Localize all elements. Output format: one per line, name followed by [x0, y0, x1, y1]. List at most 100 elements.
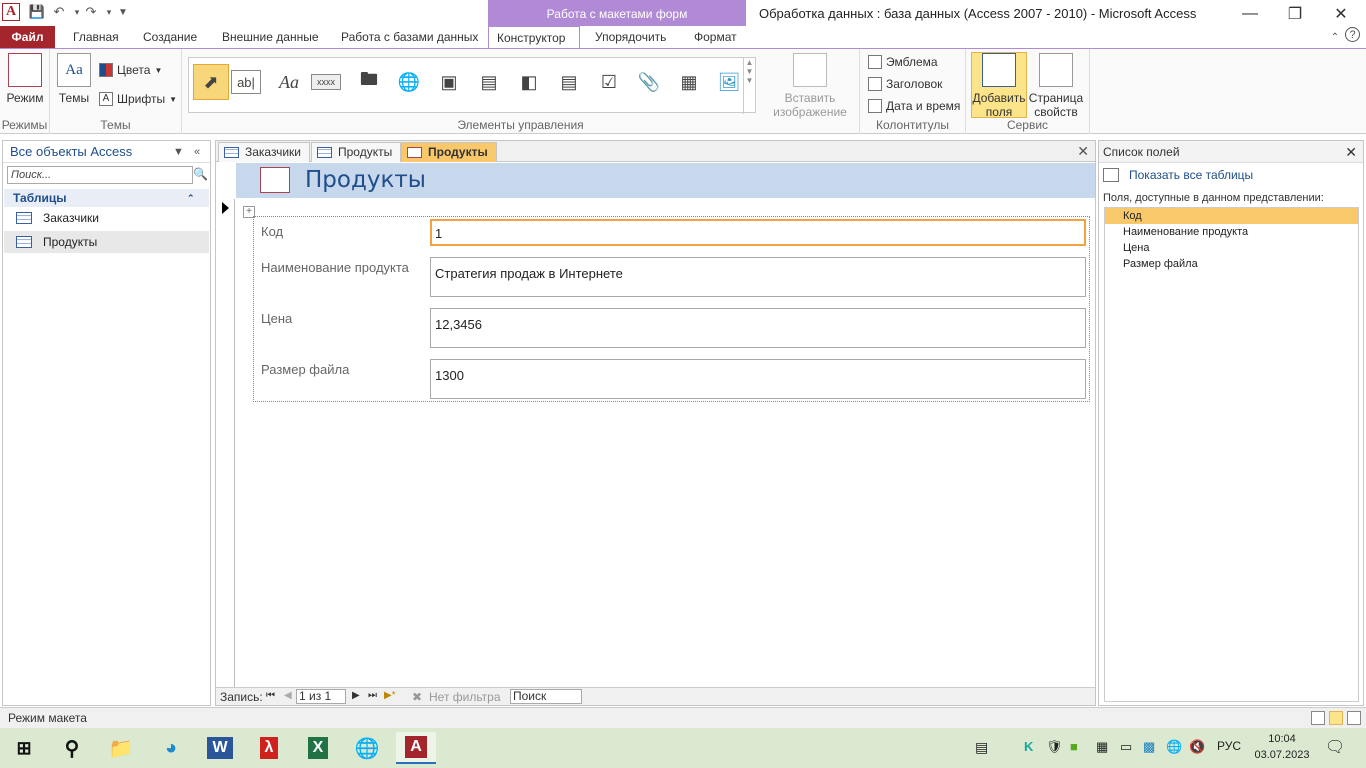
- close-window-button[interactable]: ✕: [1318, 0, 1364, 28]
- tab-format[interactable]: Формат: [686, 26, 745, 48]
- record-position-input[interactable]: 1 из 1: [296, 689, 346, 704]
- design-view-button-icon[interactable]: [1347, 711, 1361, 725]
- list-item[interactable]: Размер файла: [1105, 256, 1358, 272]
- windows-start-icon[interactable]: ⊞: [4, 732, 44, 764]
- help-icon[interactable]: ?: [1345, 27, 1360, 42]
- undo-icon[interactable]: ↶: [50, 3, 68, 21]
- mode-button[interactable]: Режим: [4, 53, 46, 105]
- nav-search-input[interactable]: Поиск...: [7, 166, 193, 184]
- select-pointer-icon[interactable]: ⬈: [193, 64, 229, 100]
- nav-menu-chevron-icon[interactable]: ▼: [173, 141, 184, 163]
- access-taskbar-icon[interactable]: A: [396, 732, 436, 764]
- colors-button[interactable]: Цвета ▼: [99, 63, 162, 77]
- restore-button[interactable]: ❐: [1272, 0, 1318, 28]
- minimize-button[interactable]: —: [1227, 0, 1273, 28]
- edge-browser-icon[interactable]: ◕: [151, 732, 191, 764]
- field-label-price[interactable]: Цена: [261, 311, 292, 326]
- clock[interactable]: 10:04 03.07.2023: [1252, 731, 1312, 763]
- navigation-control-icon[interactable]: ▤: [471, 64, 507, 100]
- no-filter-icon[interactable]: ✖: [412, 690, 422, 704]
- add-fields-button[interactable]: Добавить поля: [971, 52, 1027, 119]
- next-record-icon[interactable]: ▶: [352, 690, 360, 701]
- field-code[interactable]: 1: [430, 219, 1086, 246]
- field-label-file-size[interactable]: Размер файла: [261, 362, 349, 377]
- first-record-icon[interactable]: ⏮: [266, 690, 275, 701]
- show-all-tables-link[interactable]: Показать все таблицы: [1103, 168, 1253, 182]
- kaspersky-icon[interactable]: K: [1024, 739, 1033, 754]
- acrobat-icon[interactable]: λ: [249, 732, 289, 764]
- tab-external-data[interactable]: Внешние данные: [214, 26, 327, 48]
- tab-home[interactable]: Главная: [65, 26, 127, 48]
- collapse-pane-icon[interactable]: «: [194, 141, 200, 163]
- volume-muted-icon[interactable]: 🔇: [1189, 739, 1205, 755]
- doc-tab-products-table[interactable]: Продукты: [311, 142, 402, 162]
- nav-section-tables[interactable]: Таблицы ⌃: [4, 189, 209, 207]
- new-record-icon[interactable]: ▶*: [384, 690, 396, 701]
- tray-monitor-icon[interactable]: ▦: [1096, 739, 1108, 755]
- web-browser-control-icon[interactable]: ▣: [431, 64, 467, 100]
- redo-icon[interactable]: ↷: [82, 3, 100, 21]
- nav-item-customers[interactable]: Заказчики: [4, 207, 209, 229]
- tab-control-icon[interactable]: 🖿: [351, 64, 387, 100]
- field-file-size[interactable]: 1300: [430, 359, 1086, 399]
- search-icon[interactable]: ⚲: [52, 732, 92, 764]
- list-item[interactable]: Код: [1105, 208, 1358, 224]
- list-item[interactable]: Цена: [1105, 240, 1358, 256]
- notifications-icon[interactable]: 🗨: [1325, 737, 1345, 757]
- bluetooth-app-icon[interactable]: ▩: [1143, 739, 1155, 755]
- page-break-icon[interactable]: ▤: [551, 64, 587, 100]
- form-title[interactable]: Продукты: [305, 167, 426, 193]
- form-view-button-icon[interactable]: [1311, 711, 1325, 725]
- logo-button[interactable]: Эмблема: [868, 55, 938, 69]
- themes-button[interactable]: Aa Темы: [56, 53, 92, 105]
- tab-file[interactable]: Файл: [0, 26, 55, 48]
- image-control-icon[interactable]: 🖼: [711, 64, 747, 100]
- insert-image-button[interactable]: Вставить изображение: [768, 53, 852, 119]
- file-explorer-icon[interactable]: 📁: [101, 732, 141, 764]
- previous-record-icon[interactable]: ◀: [284, 690, 292, 701]
- checkbox-control-icon[interactable]: ☑: [591, 64, 627, 100]
- textbox-control-icon[interactable]: ab|: [231, 70, 261, 94]
- access-app-icon[interactable]: A: [2, 3, 20, 21]
- option-group-icon[interactable]: ◧: [511, 64, 547, 100]
- record-selector[interactable]: [216, 199, 235, 687]
- excel-icon[interactable]: X: [298, 732, 338, 764]
- search-icon[interactable]: 🔍: [193, 167, 208, 181]
- list-box-control-icon[interactable]: ▦: [671, 64, 707, 100]
- security-shield-icon[interactable]: 🛡: [1046, 739, 1063, 755]
- doc-tab-products-form[interactable]: Продукты: [401, 142, 497, 162]
- attachment-control-icon[interactable]: 📎: [631, 64, 667, 100]
- datetime-button[interactable]: Дата и время: [868, 99, 960, 113]
- tab-database-tools[interactable]: Работа с базами данных: [333, 26, 486, 48]
- battery-icon[interactable]: ▭: [1120, 739, 1132, 755]
- button-control-icon[interactable]: xxxx: [311, 74, 341, 90]
- customize-toolbar-icon[interactable]: ▼: [114, 3, 132, 21]
- filter-status[interactable]: Нет фильтра: [429, 690, 501, 704]
- doc-tab-customers[interactable]: Заказчики: [218, 142, 310, 162]
- language-indicator[interactable]: РУС: [1217, 739, 1241, 753]
- word-icon[interactable]: W: [200, 732, 240, 764]
- field-product-name[interactable]: Стратегия продаж в Интернете: [430, 257, 1086, 297]
- tab-design[interactable]: Конструктор: [488, 26, 580, 49]
- layout-view-button-icon[interactable]: [1329, 711, 1343, 725]
- collapse-ribbon-icon[interactable]: ⌃: [1326, 28, 1344, 46]
- field-price[interactable]: 12,3456: [430, 308, 1086, 348]
- header-button[interactable]: Заголовок: [868, 77, 942, 91]
- field-label-code[interactable]: Код: [261, 224, 283, 239]
- tab-arrange[interactable]: Упорядочить: [587, 26, 674, 48]
- nav-pane-header[interactable]: Все объекты Access ▼ «: [3, 141, 210, 163]
- nvidia-icon[interactable]: ■: [1070, 739, 1078, 754]
- nav-item-products[interactable]: Продукты: [4, 231, 209, 253]
- gallery-scroll[interactable]: ▲ ▼ ▼: [743, 58, 755, 114]
- close-icon[interactable]: ✕: [1345, 141, 1357, 163]
- close-document-icon[interactable]: ✕: [1077, 143, 1089, 160]
- tab-create[interactable]: Создание: [135, 26, 205, 48]
- list-item[interactable]: Наименование продукта: [1105, 224, 1358, 240]
- label-control-icon[interactable]: Aa: [271, 64, 307, 100]
- hyperlink-control-icon[interactable]: 🌐: [391, 64, 427, 100]
- last-record-icon[interactable]: ⏭: [368, 690, 377, 701]
- property-sheet-button[interactable]: Страница свойств: [1028, 53, 1084, 119]
- network-app-icon[interactable]: 🌐: [347, 732, 387, 764]
- fonts-button[interactable]: A Шрифты ▼: [99, 92, 177, 106]
- tray-app-icon[interactable]: ▤: [975, 739, 988, 756]
